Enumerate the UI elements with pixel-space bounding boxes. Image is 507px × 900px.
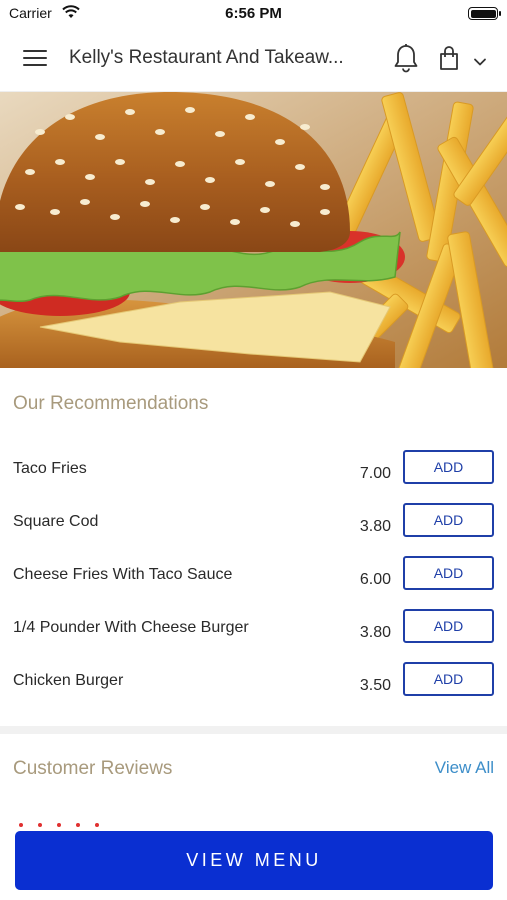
recommendations-section: Our Recommendations Taco Fries 7.00 ADD … — [0, 368, 507, 726]
section-divider — [0, 726, 507, 734]
item-price: 6.00 — [359, 571, 391, 588]
view-menu-button[interactable]: VIEW MENU — [15, 831, 493, 890]
item-name: Chicken Burger — [13, 672, 124, 689]
item-name: Cheese Fries With Taco Sauce — [13, 566, 233, 583]
add-button[interactable]: ADD — [403, 609, 494, 643]
add-button[interactable]: ADD — [403, 556, 494, 590]
bag-icon[interactable] — [439, 45, 459, 71]
status-bar: Carrier 6:56 PM — [0, 0, 507, 26]
item-name: 1/4 Pounder With Cheese Burger — [13, 619, 249, 636]
view-all-link[interactable]: View All — [435, 758, 494, 778]
item-price: 3.50 — [359, 677, 391, 694]
star-icon — [95, 823, 99, 827]
item-name: Square Cod — [13, 513, 99, 530]
add-button[interactable]: ADD — [403, 662, 494, 696]
star-icon — [38, 823, 42, 827]
restaurant-title: Kelly's Restaurant And Takeaw... — [69, 47, 344, 68]
list-item: Chicken Burger 3.50 ADD — [0, 662, 507, 725]
reviews-title: Customer Reviews — [13, 758, 173, 779]
battery-icon — [468, 7, 501, 20]
hero-image — [0, 92, 507, 368]
add-button[interactable]: ADD — [403, 450, 494, 484]
item-price: 3.80 — [359, 518, 391, 535]
item-name: Taco Fries — [13, 460, 87, 477]
star-icon — [57, 823, 61, 827]
menu-icon[interactable] — [23, 48, 47, 68]
chevron-down-icon[interactable] — [473, 54, 487, 66]
clock: 6:56 PM — [225, 5, 282, 22]
item-price: 7.00 — [359, 465, 391, 482]
bell-icon[interactable] — [393, 43, 419, 73]
star-icon — [19, 823, 23, 827]
recommendations-title: Our Recommendations — [13, 393, 209, 414]
rating-stars — [19, 814, 114, 827]
item-price: 3.80 — [359, 624, 391, 641]
add-button[interactable]: ADD — [403, 503, 494, 537]
star-icon — [76, 823, 80, 827]
app-header: Kelly's Restaurant And Takeaw... — [0, 26, 507, 92]
